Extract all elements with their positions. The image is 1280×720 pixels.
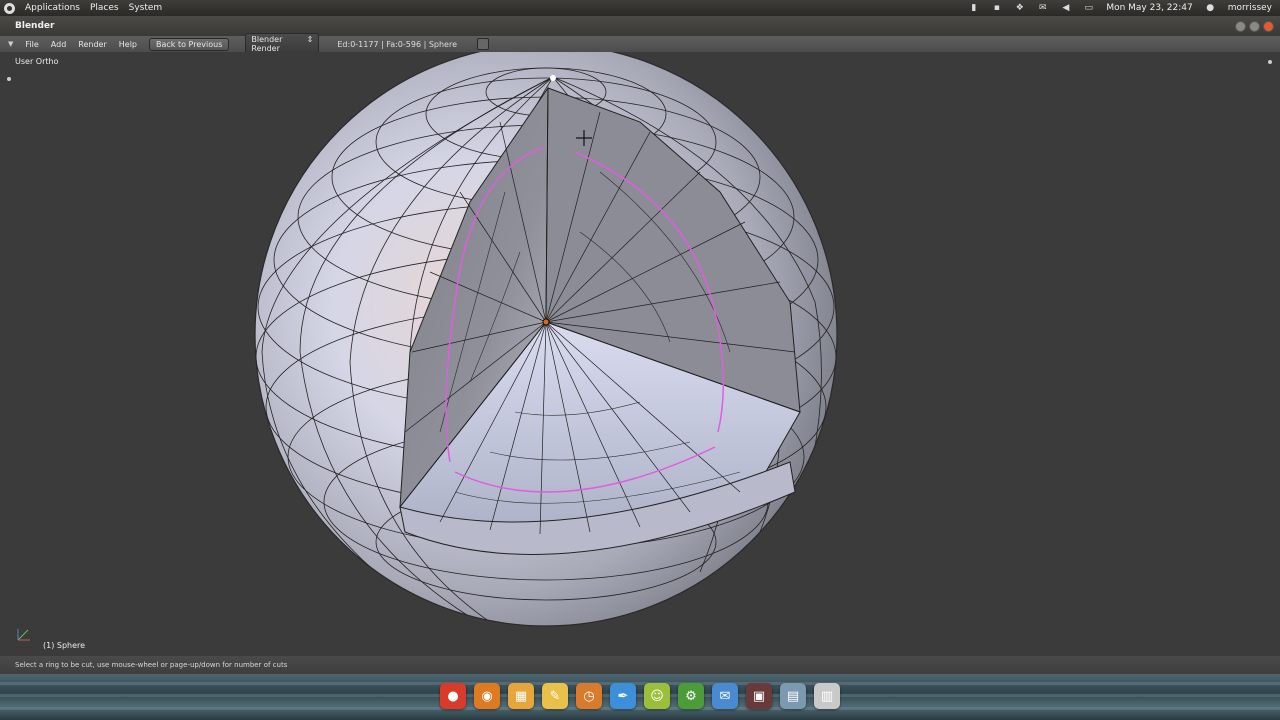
window-title: Blender	[15, 21, 55, 31]
system-menu[interactable]: System	[129, 3, 163, 13]
select-arrows-icon: ⇕	[306, 35, 314, 44]
chat-icon[interactable]: ✉	[712, 683, 738, 709]
close-button[interactable]	[1263, 20, 1274, 32]
status-text: Select a ring to be cut, use mouse-wheel…	[15, 661, 288, 669]
editor-type-icon[interactable]: ▼	[8, 40, 13, 48]
clock[interactable]: Mon May 23, 22:47	[1106, 3, 1192, 13]
minimize-button[interactable]	[1235, 20, 1246, 32]
network-icon[interactable]: ▪	[991, 3, 1002, 13]
applications-menu[interactable]: Applications	[25, 3, 80, 13]
blender-icon[interactable]: ◉	[474, 683, 500, 709]
places-menu[interactable]: Places	[90, 3, 119, 13]
chat-icon[interactable]: ▭	[1083, 3, 1094, 13]
notes-icon[interactable]: ✎	[542, 683, 568, 709]
terminal-icon[interactable]: ▣	[746, 683, 772, 709]
volume-icon[interactable]: ◀	[1060, 3, 1071, 13]
blender-logo-icon	[477, 38, 489, 50]
scene-stats: Ed:0-1177 | Fa:0-596 | Sphere	[337, 39, 457, 49]
menu-help[interactable]: Help	[113, 40, 143, 49]
trash-icon[interactable]: ▥	[814, 683, 840, 709]
chrome-icon[interactable]: ●	[440, 683, 466, 709]
window-title-bar: Blender	[0, 16, 1280, 36]
active-object-label: (1) Sphere	[43, 641, 86, 650]
clock-icon[interactable]: ◷	[576, 683, 602, 709]
view-label: User Ortho	[15, 57, 59, 66]
info-header: ▼ File Add Render Help Back to Previous …	[0, 33, 1280, 55]
top-panel: Applications Places System ▮ ▪ ❖ ✉ ◀ ▭ M…	[0, 0, 1280, 16]
clipboard-icon[interactable]: ▮	[968, 3, 979, 13]
menu-file[interactable]: File	[19, 40, 44, 49]
status-bar: Select a ring to be cut, use mouse-wheel…	[0, 656, 1280, 674]
photos-icon[interactable]: ▦	[508, 683, 534, 709]
menu-add[interactable]: Add	[45, 40, 73, 49]
tool-shelf-toggle-icon[interactable]	[1268, 60, 1272, 64]
utility-icon[interactable]: ⚙	[678, 683, 704, 709]
3d-viewport[interactable]: User Ortho (1) Sphere	[0, 52, 1280, 656]
inkscape-icon[interactable]: ✒	[610, 683, 636, 709]
maximize-button[interactable]	[1249, 20, 1260, 32]
sphere-mesh[interactable]	[0, 52, 1280, 656]
top-icon[interactable]: ▤	[780, 683, 806, 709]
back-to-previous-button[interactable]: Back to Previous	[149, 37, 230, 51]
region-toggle-icon[interactable]	[7, 77, 11, 81]
user-icon[interactable]: ●	[1205, 3, 1216, 13]
axis-gizmo-icon	[17, 629, 30, 641]
render-engine-value: Blender Render	[251, 35, 283, 53]
username[interactable]: morrissey	[1228, 3, 1272, 13]
menu-render[interactable]: Render	[72, 40, 112, 49]
mail-icon[interactable]: ✉	[1037, 3, 1048, 13]
dock: ● ◉ ▦ ✎ ◷ ✒ ☺ ⚙ ✉ ▣ ▤ ▥	[420, 676, 860, 716]
dropbox-icon[interactable]: ❖	[1014, 3, 1025, 13]
ubuntu-logo-icon[interactable]	[4, 2, 15, 14]
pidgin-icon[interactable]: ☺	[644, 683, 670, 709]
